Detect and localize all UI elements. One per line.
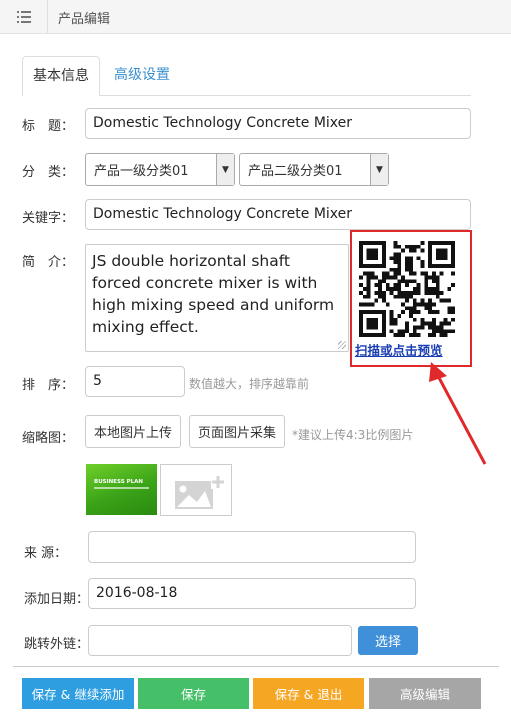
- thumbnail-hint: *建议上传4:3比例图片: [292, 428, 414, 442]
- chevron-down-icon: ▼: [370, 154, 388, 185]
- footer-divider: [13, 666, 499, 667]
- qr-preview-link[interactable]: 扫描或点击预览: [355, 340, 443, 359]
- upload-local-button[interactable]: 本地图片上传: [85, 415, 181, 448]
- qr-code-icon: [359, 241, 455, 337]
- add-image-placeholder[interactable]: [160, 464, 232, 516]
- advanced-edit-button[interactable]: 高级编辑: [369, 678, 481, 709]
- category-label: 分 类：: [22, 165, 75, 180]
- thumbnail-label: 缩略图：: [22, 431, 75, 446]
- thumbnail-image[interactable]: BUSINESS PLAN: [86, 464, 157, 515]
- red-arrow-icon: [429, 362, 487, 465]
- save-continue-button[interactable]: 保存 & 继续添加: [22, 678, 134, 709]
- list-icon: [16, 11, 31, 23]
- order-hint: 数值越大，排序越靠前: [189, 377, 310, 391]
- order-label: 排 序：: [22, 378, 75, 393]
- save-button[interactable]: 保存: [138, 678, 249, 709]
- tab-advanced-settings[interactable]: 高级设置: [104, 56, 180, 96]
- menu-button[interactable]: [0, 0, 48, 34]
- secondary-category-select[interactable]: 产品二级分类01 ▼: [239, 153, 389, 186]
- tab-basic-info[interactable]: 基本信息: [22, 56, 100, 96]
- redirect-label: 跳转外链：: [24, 637, 90, 652]
- title-input[interactable]: Domestic Technology Concrete Mixer: [85, 108, 471, 139]
- date-label: 添加日期：: [24, 592, 90, 607]
- title-label: 标 题：: [22, 119, 75, 134]
- primary-category-value: 产品一级分类01: [94, 164, 189, 179]
- date-input[interactable]: 2016-08-18: [88, 578, 416, 609]
- add-image-icon: [175, 475, 225, 509]
- secondary-category-value: 产品二级分类01: [248, 164, 343, 179]
- top-bar: 产品编辑: [0, 0, 511, 34]
- choose-button[interactable]: 选择: [358, 626, 418, 655]
- keywords-input[interactable]: Domestic Technology Concrete Mixer: [85, 199, 471, 230]
- thumbnail-image-text: BUSINESS PLAN: [94, 479, 144, 485]
- summary-label: 简 介：: [22, 255, 75, 270]
- collect-page-image-button[interactable]: 页面图片采集: [189, 415, 285, 448]
- page-title: 产品编辑: [58, 12, 111, 27]
- summary-text: JS double horizontal shaft forced concre…: [92, 252, 335, 336]
- order-input[interactable]: 5: [85, 366, 185, 397]
- summary-textarea[interactable]: JS double horizontal shaft forced concre…: [85, 244, 349, 352]
- source-label: 来 源：: [24, 546, 68, 561]
- resize-handle[interactable]: [338, 341, 346, 349]
- primary-category-select[interactable]: 产品一级分类01 ▼: [85, 153, 235, 186]
- source-input[interactable]: [88, 531, 416, 563]
- redirect-input[interactable]: [88, 625, 352, 656]
- qr-preview-box[interactable]: 扫描或点击预览: [350, 230, 472, 367]
- chevron-down-icon: ▼: [216, 154, 234, 185]
- save-exit-button[interactable]: 保存 & 退出: [253, 678, 364, 709]
- tab-bar: 基本信息 高级设置: [22, 56, 471, 96]
- keywords-label: 关键字：: [22, 211, 75, 226]
